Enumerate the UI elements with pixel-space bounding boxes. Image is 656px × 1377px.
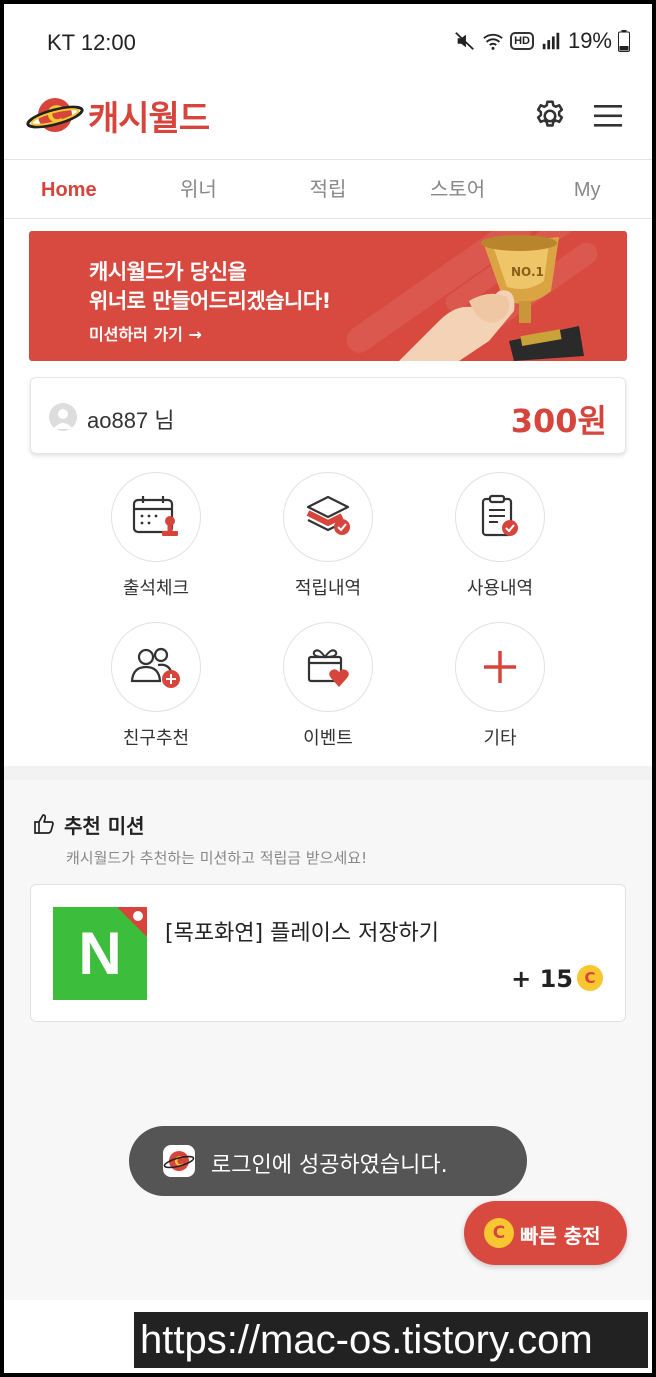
user-balance-card[interactable]: ao887 님 300원 xyxy=(30,377,626,454)
gear-icon xyxy=(536,100,564,127)
quick-charge-button[interactable]: C 빠른 충전 xyxy=(464,1201,627,1265)
main-tabs: Home 위너 적립 스토어 My xyxy=(4,161,652,219)
clipboard-check-icon xyxy=(481,494,518,537)
gift-heart-icon xyxy=(307,649,349,687)
trophy-label: NO.1 xyxy=(511,265,544,279)
menu-attendance[interactable]: 출석체크 xyxy=(86,472,226,600)
menu-etc[interactable]: 기타 xyxy=(430,622,570,750)
battery-percent: 19% xyxy=(567,28,612,53)
username: ao887 님 xyxy=(87,408,175,433)
section-title: 추천 미션 xyxy=(64,814,145,838)
cashworld-logo[interactable]: C 캐시월드 xyxy=(26,90,210,140)
section-subtitle: 캐시월드가 추천하는 미션하고 적립금 받으세요! xyxy=(66,849,368,867)
tab-store[interactable]: 스토어 xyxy=(393,161,523,218)
mission-reward: + 15 xyxy=(511,965,573,993)
wifi-icon xyxy=(483,33,503,50)
status-bar: KT 12:00 HD 19% xyxy=(4,4,652,80)
logo-text: 캐시월드 xyxy=(88,98,210,139)
naver-logo: N xyxy=(53,907,147,1000)
balance-amount: 300원 xyxy=(510,402,607,440)
battery-icon xyxy=(618,30,630,52)
mission-card[interactable]: N [목포화연] 플레이스 저장하기 + 15 C xyxy=(30,884,626,1022)
menu-label: 기타 xyxy=(483,728,517,749)
signal-icon xyxy=(542,32,560,50)
add-friend-icon xyxy=(130,647,180,688)
thumbs-up-icon xyxy=(34,814,54,834)
app-logo-icon: C xyxy=(163,1145,195,1177)
menu-earn-history[interactable]: 적립내역 xyxy=(258,472,398,600)
tab-winner[interactable]: 위너 xyxy=(134,161,264,218)
calendar-check-icon xyxy=(132,496,178,536)
layers-check-icon xyxy=(306,495,350,535)
coin-icon: C xyxy=(577,965,603,991)
menu-event[interactable]: 이벤트 xyxy=(258,622,398,750)
app-header: C 캐시월드 xyxy=(4,80,652,160)
watermark-url: https://mac-os.tistory.com xyxy=(134,1312,648,1368)
plus-icon xyxy=(484,651,516,683)
menu-label: 친구추천 xyxy=(122,728,190,749)
menu-usage-history[interactable]: 사용내역 xyxy=(430,472,570,600)
promo-banner[interactable]: 캐시월드가 당신을 위너로 만들어드리겠습니다! 미션하러 가기 → NO.1 xyxy=(29,231,627,361)
quick-charge-label: 빠른 충전 xyxy=(520,1224,601,1248)
banner-headline-2: 위너로 만들어드리겠습니다! xyxy=(89,289,331,313)
mission-title: [목포화연] 플레이스 저장하기 xyxy=(165,921,440,946)
tab-my[interactable]: My xyxy=(522,161,652,218)
banner-headline-1: 캐시월드가 당신을 xyxy=(89,260,247,284)
trophy-icon: NO.1 xyxy=(399,235,584,361)
section-divider xyxy=(4,766,652,780)
mute-icon xyxy=(455,32,474,50)
menu-label: 사용내역 xyxy=(466,578,534,599)
tab-earn[interactable]: 적립 xyxy=(263,161,393,218)
hamburger-icon xyxy=(594,105,622,127)
menu-invite-friend[interactable]: 친구추천 xyxy=(86,622,226,750)
menu-label: 적립내역 xyxy=(294,578,362,599)
status-icons: HD 19% xyxy=(454,28,630,54)
toast-text: 로그인에 성공하였습니다. xyxy=(211,1153,448,1178)
avatar xyxy=(49,403,77,431)
hd-icon: HD xyxy=(510,32,534,50)
app-screen: KT 12:00 HD 19% C 캐시월드 Home 위너 적립 스토어 My… xyxy=(4,4,652,1373)
menu-label: 이벤트 xyxy=(303,728,353,749)
menu-button[interactable] xyxy=(590,98,626,134)
menu-label: 출석체크 xyxy=(122,578,190,599)
coin-icon: C xyxy=(484,1218,514,1248)
settings-button[interactable] xyxy=(532,98,568,134)
carrier-time: KT 12:00 xyxy=(47,30,136,55)
banner-cta-link[interactable]: 미션하러 가기 → xyxy=(89,321,202,345)
tab-home[interactable]: Home xyxy=(4,161,134,218)
corner-badge-icon xyxy=(117,907,147,937)
user-icon xyxy=(53,409,73,429)
menu-grid: 출석체크 적립내역 사용내역 친구추천 이벤트 기타 xyxy=(4,472,652,762)
logo-coin-icon: C xyxy=(26,98,84,132)
toast-message: C 로그인에 성공하였습니다. xyxy=(129,1126,527,1196)
